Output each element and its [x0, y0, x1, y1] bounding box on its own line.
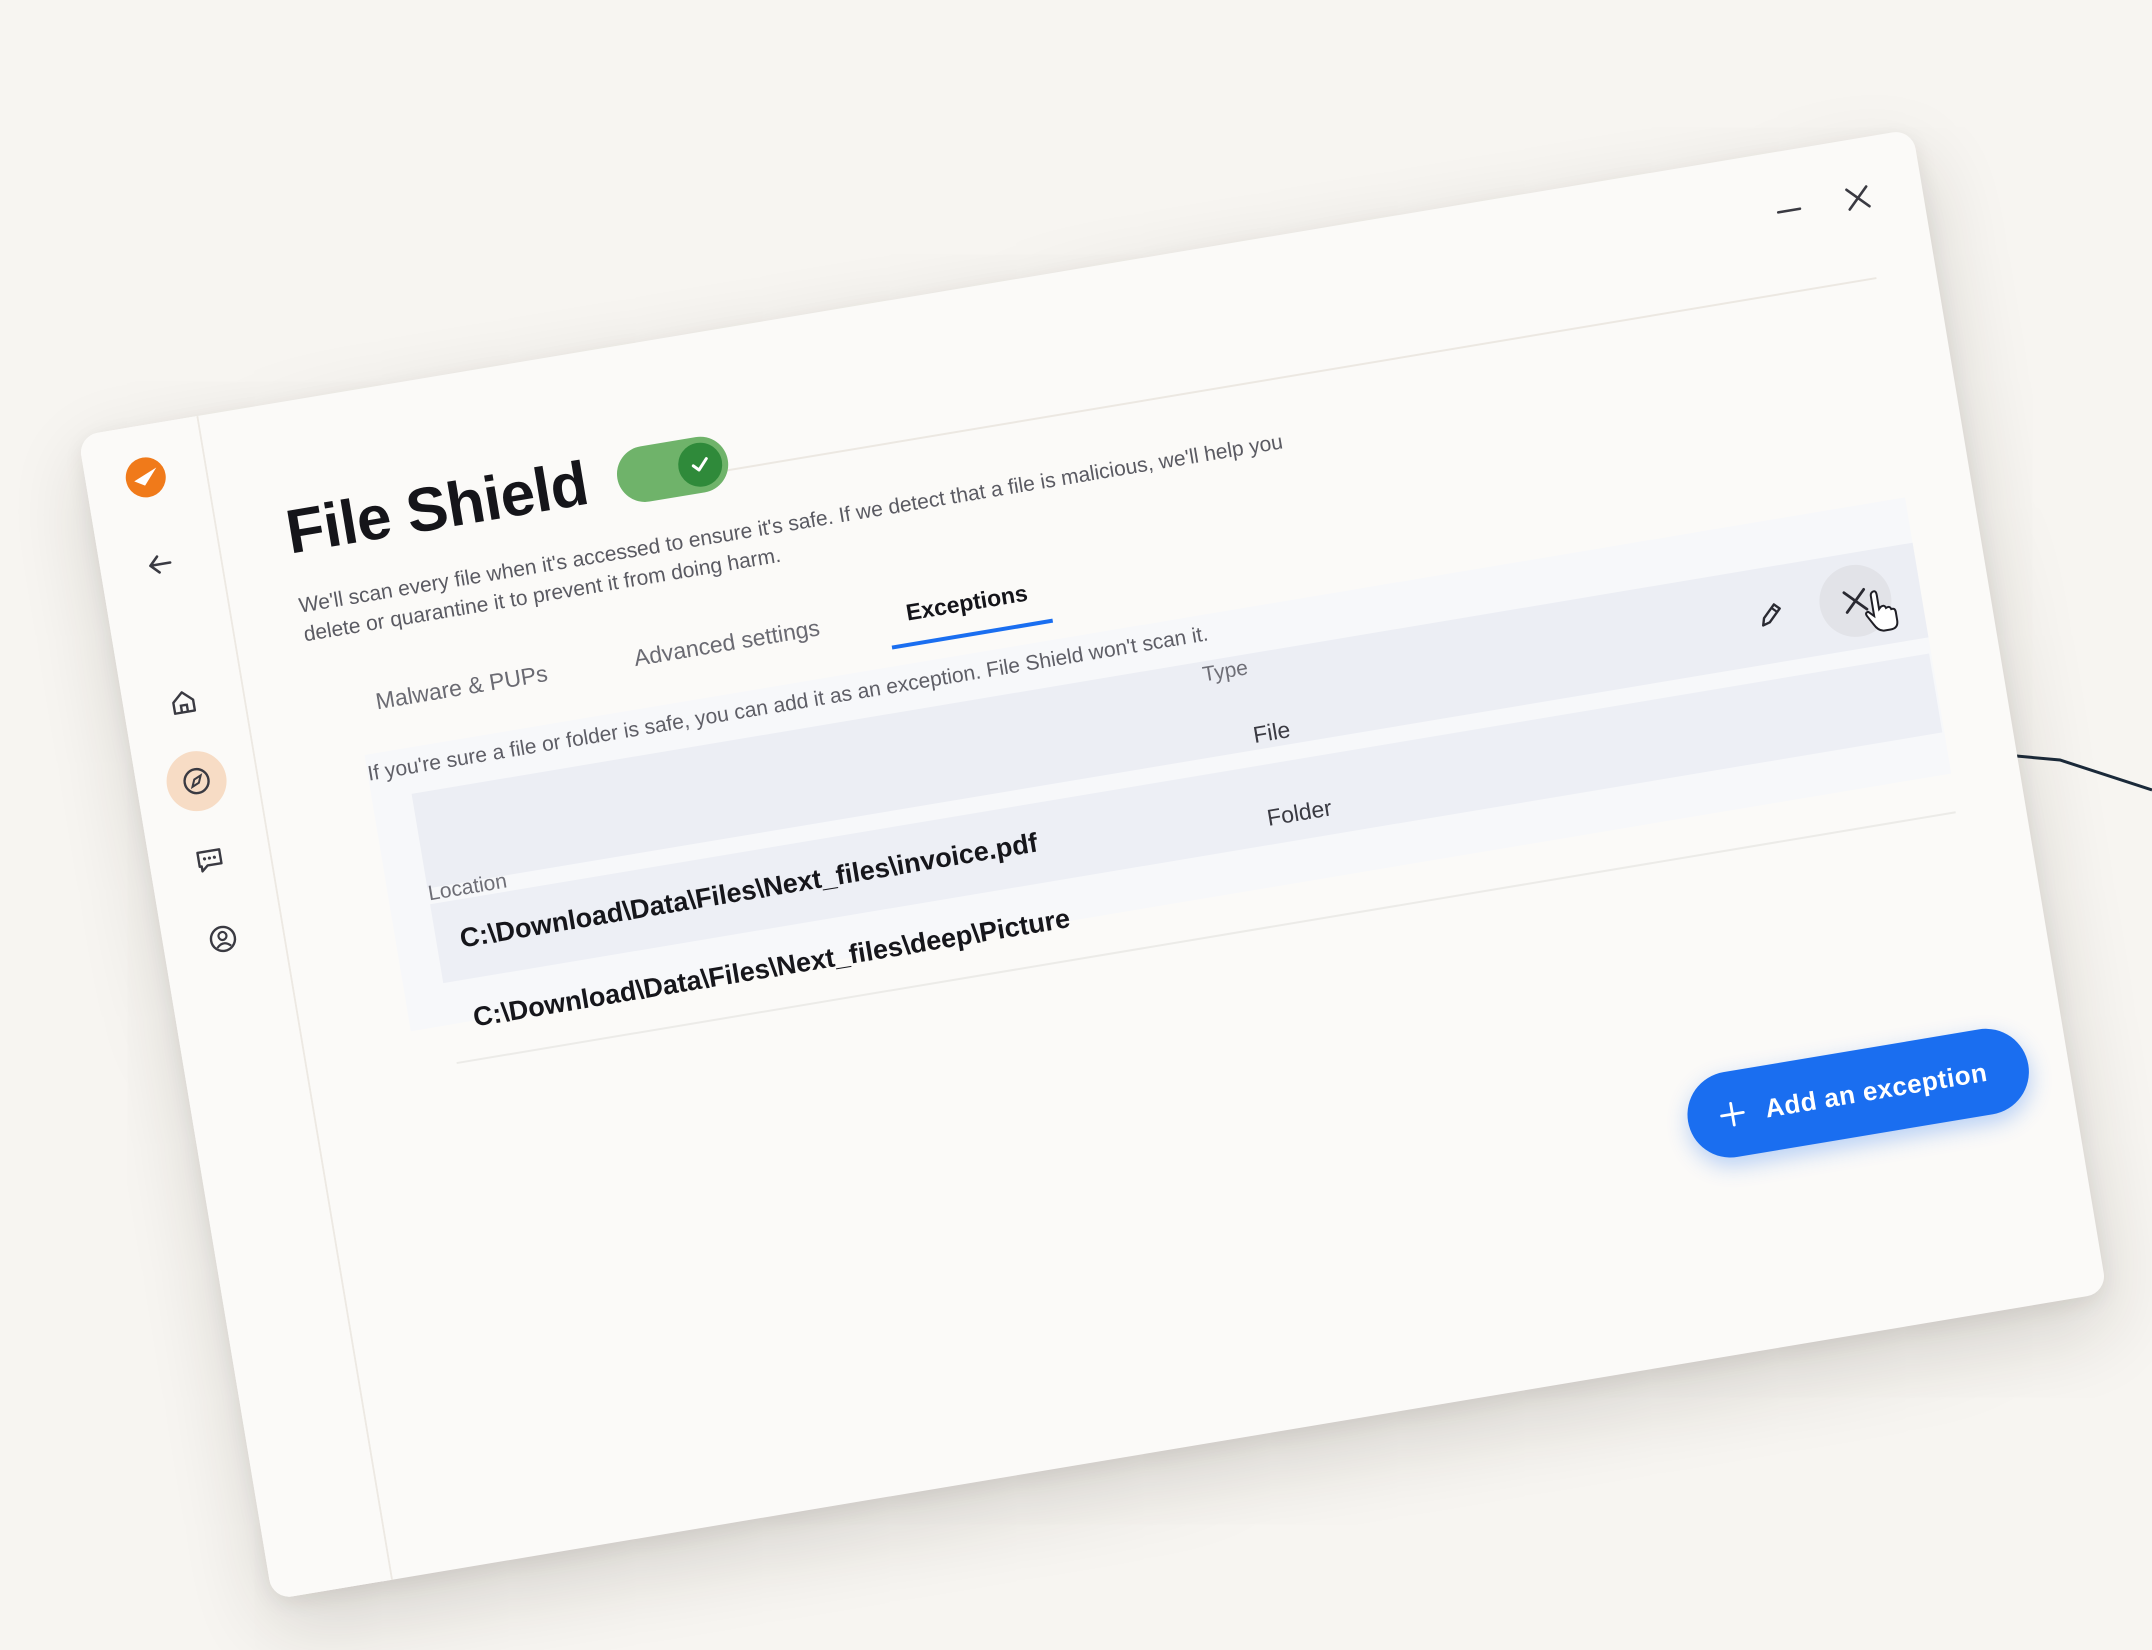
check-icon — [674, 438, 726, 490]
edit-icon[interactable] — [1738, 583, 1802, 647]
header-divider — [702, 277, 1877, 476]
chat-icon[interactable] — [175, 825, 244, 894]
hand-cursor-icon — [1858, 584, 1906, 643]
stage: File Shield We'll scan every file when i… — [0, 0, 2152, 1650]
plus-icon — [1720, 1101, 1745, 1127]
back-arrow-icon[interactable] — [126, 530, 195, 599]
file-shield-toggle[interactable] — [612, 432, 732, 506]
add-exception-button[interactable]: Add an exception — [1681, 1022, 2036, 1164]
add-exception-label: Add an exception — [1762, 1056, 1990, 1124]
tab-exceptions[interactable]: Exceptions — [883, 568, 1053, 650]
home-icon[interactable] — [149, 668, 218, 737]
account-icon[interactable] — [188, 904, 257, 973]
compass-icon[interactable] — [162, 746, 232, 816]
logo-icon[interactable] — [120, 452, 171, 503]
